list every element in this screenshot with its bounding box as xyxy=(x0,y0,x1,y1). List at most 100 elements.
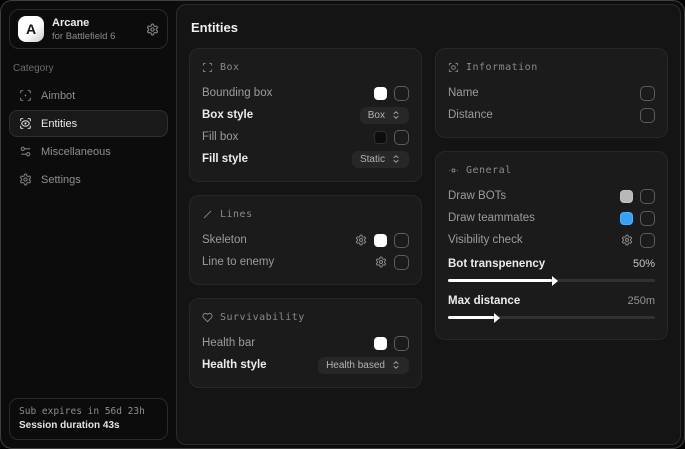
slider-fill xyxy=(448,279,552,282)
setting-label: Health bar xyxy=(202,337,255,349)
gear-icon[interactable] xyxy=(146,23,159,36)
avatar: A xyxy=(18,16,44,42)
setting-row: Visibility check xyxy=(448,229,655,251)
line-to-enemy-checkbox[interactable] xyxy=(394,255,409,270)
bot-transparency-slider[interactable] xyxy=(448,279,655,282)
color-swatch[interactable] xyxy=(620,212,633,225)
health-style-dropdown[interactable]: Health based xyxy=(318,357,409,374)
color-swatch[interactable] xyxy=(374,234,387,247)
slider-value: 250m xyxy=(627,295,655,307)
setting-row: Distance xyxy=(448,104,655,126)
skeleton-checkbox[interactable] xyxy=(394,233,409,248)
subscription-card: Sub expires in 56d 23h Session duration … xyxy=(9,398,168,440)
setting-label: Max distance xyxy=(448,295,520,307)
setting-row: Box style Box xyxy=(202,104,409,126)
card-general: General Draw BOTs Draw teammates xyxy=(435,151,668,340)
draw-teammates-checkbox[interactable] xyxy=(640,211,655,226)
setting-row: Draw teammates xyxy=(448,207,655,229)
sidebar-item-aimbot[interactable]: Aimbot xyxy=(9,82,168,109)
box-corners-icon xyxy=(202,62,213,73)
card-box: Box Bounding box Box style Box xyxy=(189,48,422,182)
setting-row: Fill box xyxy=(202,126,409,148)
setting-row: Bounding box xyxy=(202,82,409,104)
distance-checkbox[interactable] xyxy=(640,108,655,123)
category-label: Category xyxy=(13,63,164,74)
dropdown-value: Box xyxy=(368,110,385,121)
sidebar-item-settings[interactable]: Settings xyxy=(9,166,168,193)
scan-circle-icon xyxy=(448,62,459,73)
box-style-dropdown[interactable]: Box xyxy=(360,107,409,124)
card-information: Information Name Distance xyxy=(435,48,668,138)
bounding-box-checkbox[interactable] xyxy=(394,86,409,101)
visibility-check-checkbox[interactable] xyxy=(640,233,655,248)
slider-row: Max distance 250m xyxy=(448,291,655,311)
setting-label: Box style xyxy=(202,109,253,121)
diagonal-line-icon xyxy=(202,209,213,220)
draw-bots-checkbox[interactable] xyxy=(640,189,655,204)
setting-label: Skeleton xyxy=(202,234,247,246)
fill-style-dropdown[interactable]: Static xyxy=(352,151,409,168)
card-box-title: Box xyxy=(202,62,409,73)
setting-label: Bounding box xyxy=(202,87,272,99)
sidebar-item-label: Entities xyxy=(41,118,77,130)
chevrons-up-down-icon xyxy=(391,360,401,370)
app-name: Arcane xyxy=(52,17,115,29)
page-title: Entities xyxy=(191,20,666,35)
gear-icon[interactable] xyxy=(375,256,387,268)
profile-card: A Arcane for Battlefield 6 xyxy=(9,9,168,49)
slider-value: 50% xyxy=(633,258,655,270)
gear-icon xyxy=(19,173,32,186)
chevrons-up-down-icon xyxy=(391,154,401,164)
fill-box-checkbox[interactable] xyxy=(394,130,409,145)
color-swatch[interactable] xyxy=(374,131,387,144)
color-swatch[interactable] xyxy=(620,190,633,203)
health-bar-checkbox[interactable] xyxy=(394,336,409,351)
slider-fill xyxy=(448,316,494,319)
setting-row: Fill style Static xyxy=(202,148,409,170)
name-checkbox[interactable] xyxy=(640,86,655,101)
card-lines: Lines Skeleton Line to enemy xyxy=(189,195,422,285)
sidebar: A Arcane for Battlefield 6 Category Aimb… xyxy=(1,1,176,448)
card-information-title: Information xyxy=(448,62,655,73)
dropdown-value: Static xyxy=(360,154,385,165)
setting-row: Line to enemy xyxy=(202,251,409,273)
setting-row: Health bar xyxy=(202,332,409,354)
setting-row: Name xyxy=(448,82,655,104)
setting-label: Bot transpenency xyxy=(448,258,545,270)
color-swatch[interactable] xyxy=(374,87,387,100)
color-swatch[interactable] xyxy=(374,337,387,350)
setting-label: Health style xyxy=(202,359,267,371)
chevrons-up-down-icon xyxy=(391,110,401,120)
setting-row: Health style Health based xyxy=(202,354,409,376)
heart-icon xyxy=(202,312,213,323)
card-general-title: General xyxy=(448,165,655,176)
gear-icon[interactable] xyxy=(355,234,367,246)
dropdown-value: Health based xyxy=(326,360,385,371)
setting-row: Draw BOTs xyxy=(448,185,655,207)
profile-text: Arcane for Battlefield 6 xyxy=(52,17,115,42)
sidebar-item-entities[interactable]: Entities xyxy=(9,110,168,137)
setting-label: Line to enemy xyxy=(202,256,274,268)
sliders-icon xyxy=(19,145,32,158)
app-window: A Arcane for Battlefield 6 Category Aimb… xyxy=(0,0,685,449)
card-survivability-title: Survivability xyxy=(202,312,409,323)
session-duration: Session duration 43s xyxy=(19,420,158,431)
focus-grid-icon xyxy=(448,165,459,176)
slider-row: Bot transpenency 50% xyxy=(448,254,655,274)
max-distance-slider[interactable] xyxy=(448,316,655,319)
card-title-label: Survivability xyxy=(220,312,305,323)
sidebar-item-miscellaneous[interactable]: Miscellaneous xyxy=(9,138,168,165)
sidebar-item-label: Settings xyxy=(41,174,81,186)
crosshair-icon xyxy=(19,89,32,102)
scan-eye-icon xyxy=(19,117,32,130)
app-subtitle: for Battlefield 6 xyxy=(52,31,115,42)
sidebar-item-label: Aimbot xyxy=(41,90,75,102)
main-panel: Entities Box Bounding box xyxy=(176,4,681,445)
card-lines-title: Lines xyxy=(202,209,409,220)
card-title-label: General xyxy=(466,165,512,176)
gear-icon[interactable] xyxy=(621,234,633,246)
card-title-label: Information xyxy=(466,62,538,73)
card-title-label: Box xyxy=(220,62,240,73)
setting-row: Skeleton xyxy=(202,229,409,251)
sidebar-item-label: Miscellaneous xyxy=(41,146,111,158)
